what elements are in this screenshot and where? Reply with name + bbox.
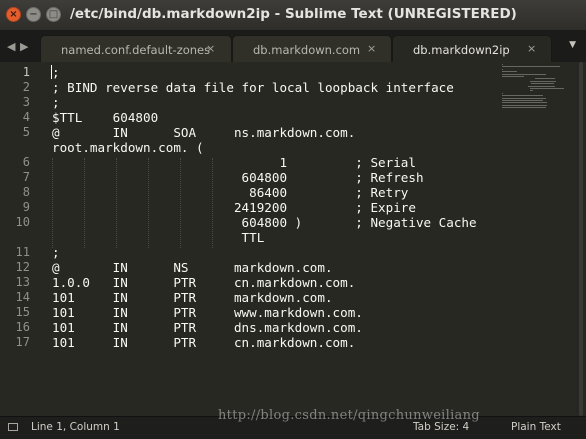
minimap-line: [502, 68, 504, 70]
minimap-line: [502, 64, 504, 65]
text-cursor: [51, 65, 52, 79]
status-cursor-position: Line 1, Column 1: [31, 421, 120, 433]
line-number: 5: [22, 125, 30, 139]
minimap-line: [535, 78, 555, 80]
minimap-line: [502, 102, 548, 104]
panel-toggle-icon[interactable]: [8, 423, 18, 431]
minimap-line: [502, 107, 546, 109]
tab-named-conf-default-zones[interactable]: named.conf.default-zones ×: [40, 35, 232, 62]
line-number: 9: [22, 200, 30, 214]
minimap-line: [529, 90, 533, 92]
line-number: 11: [15, 245, 30, 259]
window-close-button[interactable]: ×: [6, 7, 21, 22]
window-minimize-button[interactable]: −: [26, 7, 41, 22]
code-line[interactable]: 101 IN PTR dns.markdown.com.: [52, 320, 363, 335]
line-number: 17: [15, 335, 30, 349]
line-number: 12: [15, 260, 30, 274]
tab-close-icon[interactable]: ×: [206, 42, 215, 55]
line-number-gutter: 1 2 3 4 5 6 7 8 9 10 11 12 13 14 15 16 17: [0, 62, 38, 416]
line-number: 13: [15, 275, 30, 289]
line-number: 3: [22, 95, 30, 109]
minimap-line: [502, 73, 546, 75]
line-number: 8: [22, 185, 30, 199]
line-number: [0, 230, 30, 245]
code-line[interactable]: 86400 ; Retry: [52, 185, 408, 200]
code-line[interactable]: ;: [52, 245, 60, 260]
watermark-text: http://blog.csdn.net/qingchunweiliang: [218, 408, 480, 423]
window-title: /etc/bind/db.markdown2ip - Sublime Text …: [70, 6, 517, 22]
code-line[interactable]: TTL: [52, 230, 265, 245]
code-line[interactable]: 101 IN PTR cn.markdown.com.: [52, 335, 355, 350]
code-line[interactable]: ; BIND reverse data file for local loopb…: [52, 80, 454, 95]
line-number: [0, 140, 30, 155]
line-number: 15: [15, 305, 30, 319]
minimap-line: [529, 80, 556, 82]
tab-menu-chevron-down-icon[interactable]: ▼: [569, 40, 576, 50]
minimap-line: [529, 88, 564, 89]
tab-back-arrow-icon[interactable]: ◀: [7, 40, 15, 53]
tab-label: db.markdown.com: [253, 43, 361, 57]
code-line[interactable]: 101 IN PTR markdown.com.: [52, 290, 333, 305]
vertical-scrollbar[interactable]: [576, 62, 586, 416]
status-syntax[interactable]: Plain Text: [511, 421, 561, 433]
code-line[interactable]: 101 IN PTR www.markdown.com.: [52, 305, 363, 320]
code-line[interactable]: @ IN NS markdown.com.: [52, 260, 333, 275]
line-number: 4: [22, 110, 30, 124]
code-line[interactable]: 2419200 ; Expire: [52, 200, 416, 215]
minimap-line: [502, 100, 543, 101]
minimap-line: [502, 92, 504, 94]
code-line[interactable]: root.markdown.com. (: [52, 140, 204, 155]
code-line[interactable]: 1.0.0 IN PTR cn.markdown.com.: [52, 275, 355, 290]
title-bar: × − □ /etc/bind/db.markdown2ip - Sublime…: [0, 0, 586, 31]
tab-label: named.conf.default-zones: [61, 43, 211, 57]
minimap-line: [502, 76, 524, 77]
code-line[interactable]: ;: [52, 95, 60, 110]
minimap-line: [502, 95, 543, 97]
minimap-line: [502, 66, 561, 68]
minimap-line: [502, 97, 546, 99]
minimap-line: [502, 104, 548, 106]
code-line[interactable]: 1 ; Serial: [52, 155, 416, 170]
editor-area[interactable]: 1 2 3 4 5 6 7 8 9 10 11 12 13 14 15 16 17 ;; BIND revers…: [0, 62, 586, 416]
line-number: 7: [22, 170, 30, 184]
tab-db-markdown2ip[interactable]: db.markdown2ip ×: [392, 35, 552, 62]
minimap-line: [530, 83, 554, 85]
tab-bar: ◀ ▶ named.conf.default-zones × db.markdo…: [0, 31, 586, 62]
window-maximize-button[interactable]: □: [46, 7, 61, 22]
line-number: 6: [22, 155, 30, 169]
code-line[interactable]: ;: [52, 65, 60, 80]
minimap-line: [502, 71, 518, 73]
line-number: 16: [15, 320, 30, 334]
code-line[interactable]: @ IN SOA ns.markdown.com.: [52, 125, 355, 140]
line-number: 14: [15, 290, 30, 304]
code-line[interactable]: 604800 ) ; Negative Cache: [52, 215, 477, 230]
scrollbar-thumb[interactable]: [579, 62, 583, 416]
line-number: 2: [22, 80, 30, 94]
tab-db-markdown-com[interactable]: db.markdown.com ×: [232, 35, 392, 62]
tab-forward-arrow-icon[interactable]: ▶: [20, 40, 28, 53]
line-number: 10: [15, 215, 30, 229]
tab-label: db.markdown2ip: [413, 43, 510, 57]
code-line[interactable]: 604800 ; Refresh: [52, 170, 424, 185]
code-line[interactable]: $TTL 604800: [52, 110, 158, 125]
tab-close-icon[interactable]: ×: [527, 42, 536, 55]
minimap[interactable]: [502, 64, 574, 124]
line-number: 1: [22, 65, 30, 79]
tab-close-icon[interactable]: ×: [367, 42, 376, 55]
minimap-line: [528, 85, 555, 87]
